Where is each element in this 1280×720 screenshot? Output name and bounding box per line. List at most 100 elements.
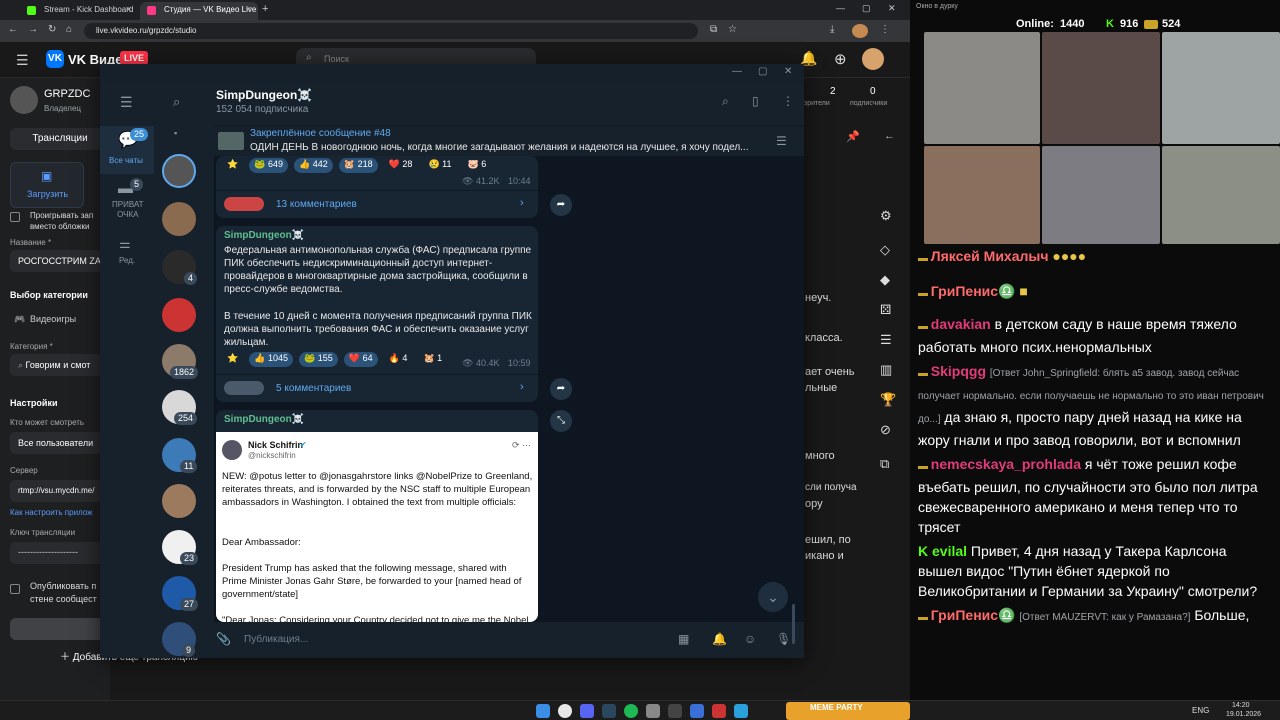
comments-link[interactable]: 13 комментариев ›: [216, 190, 538, 218]
reaction[interactable]: 👍 442: [294, 158, 333, 173]
url-input[interactable]: live.vkvideo.ru/grpzdc/studio: [84, 23, 698, 39]
tweet-screenshot[interactable]: Nick Schifrin ✔ @nickschifrin ⟳ ⋯ NEW: @…: [216, 432, 538, 622]
hamburger-icon[interactable]: ☰: [16, 52, 29, 69]
maximize-icon[interactable]: ▢: [758, 66, 767, 77]
reaction[interactable]: 😢 11: [423, 158, 456, 173]
trophy-icon[interactable]: 🏆: [880, 392, 896, 408]
spotify-icon[interactable]: [624, 704, 638, 718]
reaction-star[interactable]: ⭐: [222, 352, 243, 367]
message-input[interactable]: Публикация...: [244, 634, 308, 645]
broadcasts-nav-button[interactable]: Трансляции: [10, 128, 110, 150]
upload-cover-button[interactable]: ▣ Загрузить: [10, 162, 84, 208]
close-icon[interactable]: ✕: [245, 5, 252, 14]
category-input[interactable]: ⌕ Говорим и смот: [10, 354, 110, 376]
chat-nick[interactable]: Ляксей Михалыч: [931, 248, 1049, 264]
back-icon[interactable]: ←: [8, 24, 18, 35]
scrollbar[interactable]: [792, 604, 795, 644]
close-window-icon[interactable]: ✕: [888, 3, 896, 14]
hamburger-icon[interactable]: ☰: [120, 94, 133, 111]
channel-title[interactable]: SimpDungeon☠️: [216, 88, 312, 102]
channel-avatar[interactable]: [10, 86, 38, 114]
pinned-message-bar[interactable]: Закреплённое сообщение #48 ОДИН ДЕНЬ В н…: [214, 126, 804, 156]
stream-name-input[interactable]: РОСГОССТРИМ ZAV: [10, 250, 110, 272]
new-tab-button[interactable]: +: [262, 3, 268, 15]
tab-vk-studio[interactable]: Студия — VK Видео Live ✕: [140, 2, 258, 20]
diamond-icon[interactable]: ◇: [880, 242, 890, 258]
minimize-icon[interactable]: —: [836, 3, 845, 13]
meme-party-widget[interactable]: MEME PARTY: [786, 702, 910, 720]
obs-icon[interactable]: [668, 704, 682, 718]
scroll-down-button[interactable]: ⌄: [758, 582, 788, 612]
chat-nick[interactable]: nemecskaya_prohlada: [931, 456, 1081, 472]
block-icon[interactable]: ⊘: [880, 422, 891, 438]
chrome-icon[interactable]: [558, 704, 572, 718]
list-icon[interactable]: ☰: [880, 332, 892, 348]
app-icon[interactable]: [690, 704, 704, 718]
clock-time[interactable]: 14:20: [1232, 702, 1250, 709]
home-icon[interactable]: ⌂: [66, 24, 72, 35]
pin-icon[interactable]: 📌: [846, 130, 860, 143]
chat-nick[interactable]: davakian: [931, 316, 991, 332]
close-icon[interactable]: ✕: [784, 66, 792, 77]
reaction[interactable]: 🐸 155: [299, 352, 338, 367]
stream-key-input[interactable]: --------------------: [10, 542, 110, 564]
search-icon[interactable]: ⌕: [722, 94, 729, 109]
chat-avatar[interactable]: [162, 202, 196, 236]
publish-checkbox[interactable]: [10, 584, 20, 594]
stats-icon[interactable]: ▥: [880, 362, 892, 378]
reaction[interactable]: ❤️ 64: [343, 352, 378, 367]
calendar-icon[interactable]: ▦: [678, 632, 689, 646]
menu-icon[interactable]: ⋮: [880, 24, 890, 35]
reaction[interactable]: 🔥 4: [384, 352, 413, 367]
chat-nick[interactable]: Skipqgg: [931, 363, 986, 379]
discord-icon[interactable]: [580, 704, 594, 718]
maximize-icon[interactable]: ▢: [862, 3, 871, 14]
chat-nick[interactable]: ГриПенис♎: [931, 607, 1016, 623]
attach-icon[interactable]: 📎: [216, 632, 231, 646]
minimize-icon[interactable]: —: [732, 66, 742, 77]
play-record-checkbox[interactable]: [10, 212, 20, 222]
app-icon[interactable]: [712, 704, 726, 718]
chat-nick[interactable]: ГриПенис♎: [931, 283, 1016, 299]
language-indicator[interactable]: ENG: [1192, 706, 1209, 715]
chat-nick[interactable]: evilal: [932, 543, 967, 559]
reaction[interactable]: 🐹 1: [418, 352, 447, 367]
who-can-watch-select[interactable]: Все пользователи: [10, 432, 110, 454]
clock-date[interactable]: 19.01.2026: [1226, 711, 1261, 718]
share-icon[interactable]: ➦: [550, 194, 572, 216]
microphone-icon[interactable]: 🎙: [776, 632, 791, 646]
post-author[interactable]: SimpDungeon☠️: [224, 230, 304, 241]
download-icon[interactable]: ⤓: [830, 24, 834, 35]
category-videogames[interactable]: Видеоигры: [30, 314, 76, 324]
share-icon[interactable]: ➦: [550, 378, 572, 400]
sidebar-toggle-icon[interactable]: ▯: [752, 94, 759, 108]
reaction[interactable]: 🐹 218: [338, 158, 378, 173]
copy-icon[interactable]: ⧉: [880, 456, 889, 472]
start-stream-button[interactable]: [10, 618, 110, 640]
settings-gear-icon[interactable]: ⚙: [880, 208, 892, 224]
telegram-icon[interactable]: [734, 704, 748, 718]
folder-edit[interactable]: ⚌ Ред.: [100, 236, 154, 272]
steam-icon[interactable]: [602, 704, 616, 718]
close-icon[interactable]: ✕: [125, 5, 132, 14]
post-author[interactable]: SimpDungeon☠️: [224, 414, 304, 425]
reaction[interactable]: 🐷 6: [463, 158, 492, 173]
windows-start-icon[interactable]: [536, 704, 550, 718]
reaction[interactable]: ❤️ 28: [384, 158, 418, 173]
folder-private[interactable]: ▬ 5 ПРИВАТ ОЧКА: [100, 178, 154, 226]
expand-icon[interactable]: ⤡: [550, 410, 572, 432]
reaction[interactable]: 🐸 649: [249, 158, 289, 173]
folder-all-chats[interactable]: 💬 25 Все чаты: [100, 126, 154, 174]
translate-icon[interactable]: ⧉: [710, 24, 717, 35]
collapse-arrow-icon[interactable]: ←: [884, 130, 895, 142]
comments-link[interactable]: 5 комментариев ›: [216, 374, 538, 402]
emoji-icon[interactable]: ☺: [744, 632, 756, 646]
reload-icon[interactable]: ↻: [48, 24, 56, 35]
add-icon[interactable]: ⊕: [834, 50, 847, 68]
gem-icon[interactable]: ◆: [880, 272, 890, 288]
reaction-star[interactable]: ⭐: [222, 158, 243, 173]
search-icon[interactable]: ⌕: [173, 94, 180, 110]
reaction[interactable]: 👍 1045: [249, 352, 294, 367]
bell-icon[interactable]: 🔔: [712, 632, 727, 646]
tab-kick-dashboard[interactable]: Stream - Kick Dashboard ✕: [20, 2, 138, 20]
